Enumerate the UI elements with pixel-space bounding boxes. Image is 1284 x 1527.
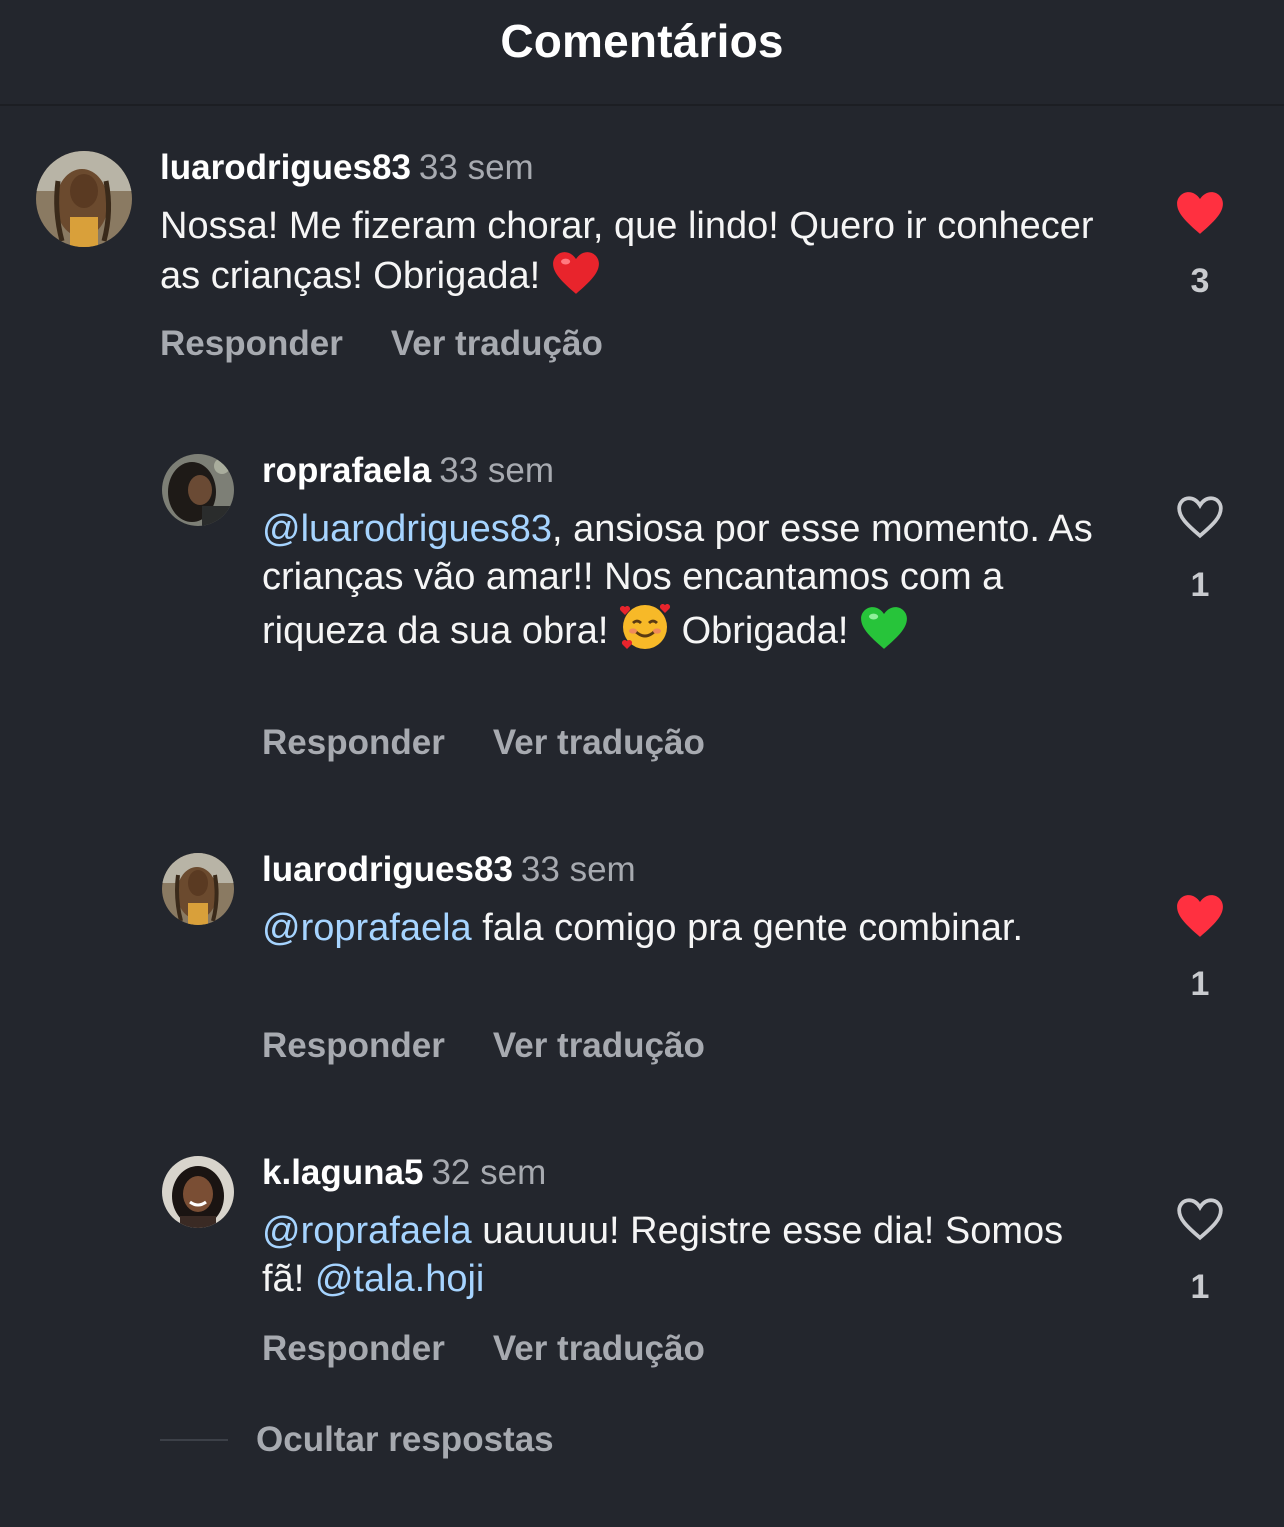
- avatar-image: [162, 853, 234, 925]
- see-translation-button[interactable]: Ver tradução: [391, 324, 603, 363]
- comment-username[interactable]: k.laguna5: [262, 1153, 423, 1192]
- comment-time: 33 sem: [520, 850, 636, 889]
- mention-link[interactable]: @roprafaela: [262, 907, 472, 949]
- see-translation-button[interactable]: Ver tradução: [493, 723, 705, 762]
- mention-link[interactable]: @tala.hoji: [315, 1258, 485, 1300]
- like-control: 1: [1170, 893, 1230, 1004]
- heart-outline-icon[interactable]: [1175, 1196, 1225, 1242]
- avatar-image: [36, 151, 132, 247]
- heart-outline-icon[interactable]: [1175, 494, 1225, 540]
- like-control: 1: [1170, 494, 1230, 605]
- mention-link[interactable]: @luarodrigues83: [262, 508, 552, 550]
- comment-text: Nossa! Me fizeram chorar, que lindo! Que…: [160, 202, 1120, 308]
- like-control: 1: [1170, 1196, 1230, 1307]
- heart-filled-icon[interactable]: [1175, 190, 1225, 236]
- comment-text: @roprafaela uauuuu! Registre esse dia! S…: [262, 1207, 1102, 1303]
- comment-username[interactable]: roprafaela: [262, 451, 431, 490]
- heart-filled-icon[interactable]: [1175, 893, 1225, 939]
- comment-username[interactable]: luarodrigues83: [262, 850, 513, 889]
- avatar[interactable]: [36, 151, 132, 247]
- hide-replies-button[interactable]: Ocultar respostas: [160, 1420, 554, 1460]
- comments-header: Comentários: [0, 0, 1284, 106]
- comment-time: 33 sem: [439, 451, 555, 490]
- comment-text-body: fala comigo pra gente combinar.: [471, 907, 1024, 949]
- comment-username[interactable]: luarodrigues83: [160, 148, 411, 187]
- avatar[interactable]: [162, 853, 234, 925]
- page-title: Comentários: [500, 15, 784, 67]
- avatar-image: [162, 454, 234, 526]
- comment-text-body: Obrigada!: [671, 610, 860, 652]
- reply-button[interactable]: Responder: [262, 723, 445, 762]
- avatar-image: [162, 1156, 234, 1228]
- comment-time: 32 sem: [431, 1153, 547, 1192]
- hide-replies-label[interactable]: Ocultar respostas: [256, 1420, 554, 1459]
- mention-link[interactable]: @roprafaela: [262, 1210, 472, 1252]
- like-count: 1: [1190, 566, 1210, 604]
- like-count: 1: [1190, 1268, 1210, 1306]
- comment-text: @roprafaela fala comigo pra gente combin…: [262, 904, 1102, 952]
- comment-text: @luarodrigues83, ansiosa por esse moment…: [262, 505, 1102, 663]
- like-count: 3: [1190, 262, 1210, 300]
- reply-button[interactable]: Responder: [262, 1026, 445, 1065]
- avatar[interactable]: [162, 454, 234, 526]
- reply-button[interactable]: Responder: [262, 1329, 445, 1368]
- like-control: 3: [1170, 190, 1230, 301]
- like-count: 1: [1190, 965, 1210, 1003]
- smiling-face-with-hearts-emoji-icon: [619, 601, 671, 663]
- green-heart-emoji-icon: [859, 605, 909, 663]
- divider: [160, 1439, 228, 1441]
- reply-button[interactable]: Responder: [160, 324, 343, 363]
- red-heart-emoji-icon: [551, 250, 601, 308]
- see-translation-button[interactable]: Ver tradução: [493, 1329, 705, 1368]
- comment-time: 33 sem: [418, 148, 534, 187]
- see-translation-button[interactable]: Ver tradução: [493, 1026, 705, 1065]
- comment-text-body: Nossa! Me fizeram chorar, que lindo! Que…: [160, 205, 1105, 297]
- avatar[interactable]: [162, 1156, 234, 1228]
